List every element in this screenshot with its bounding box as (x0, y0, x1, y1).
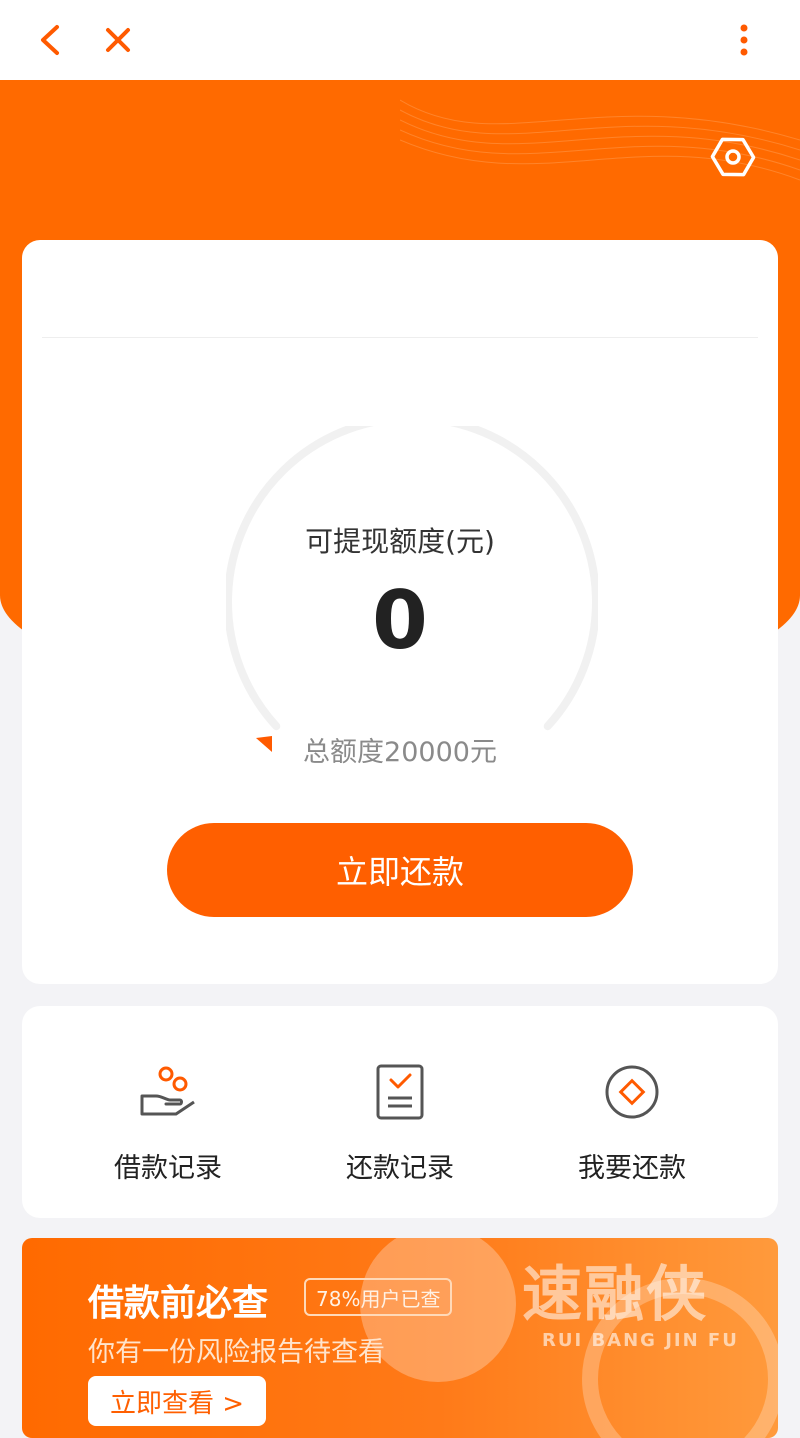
risk-report-banner[interactable]: 借款前必查 78%用户已查 你有一份风险报告待查看 立即查看 > 速融侠 RUI… (22, 1238, 778, 1438)
loan-record-icon (140, 1066, 195, 1116)
banner-tag: 78%用户已查 (304, 1278, 453, 1316)
view-now-button[interactable]: 立即查看 > (88, 1376, 267, 1426)
settings-button[interactable] (710, 134, 756, 180)
quota-value: 0 (372, 574, 428, 667)
settings-hex-icon (710, 137, 756, 177)
banner-subtitle: 你有一份风险报告待查看 (88, 1337, 385, 1368)
back-button[interactable] (28, 18, 72, 62)
close-icon (106, 28, 130, 52)
repay-now-button[interactable]: 立即还款 (167, 823, 633, 917)
more-button[interactable] (722, 18, 766, 62)
watermark-text: 速融侠 (522, 1260, 708, 1330)
more-vertical-icon (740, 24, 748, 56)
top-navigation-bar (0, 0, 800, 80)
quota-label: 可提现额度(元) (305, 525, 495, 558)
divider (42, 337, 758, 338)
menu-item-label: 我要还款 (578, 1153, 686, 1184)
menu-item-loan-record[interactable]: 借款记录 (78, 1060, 258, 1185)
menu-item-repay[interactable]: 我要还款 (542, 1060, 722, 1185)
menu-item-repayment-record[interactable]: 还款记录 (310, 1060, 490, 1185)
repayment-record-icon (376, 1064, 424, 1120)
quota-card: 可提现额度(元) 0 总额度20000元 立即还款 (22, 240, 778, 984)
banner-title: 借款前必查 (88, 1283, 269, 1324)
menu-item-label: 借款记录 (114, 1153, 222, 1184)
repay-coin-icon (605, 1065, 659, 1119)
menu-item-label: 还款记录 (346, 1153, 454, 1184)
chevron-left-icon (41, 25, 59, 55)
quick-menu-card: 借款记录 还款记录 我要还款 (22, 1006, 778, 1218)
quota-total: 总额度20000元 (303, 737, 497, 768)
close-button[interactable] (96, 18, 140, 62)
watermark-subtext: RUI BANG JIN FU (542, 1330, 739, 1351)
